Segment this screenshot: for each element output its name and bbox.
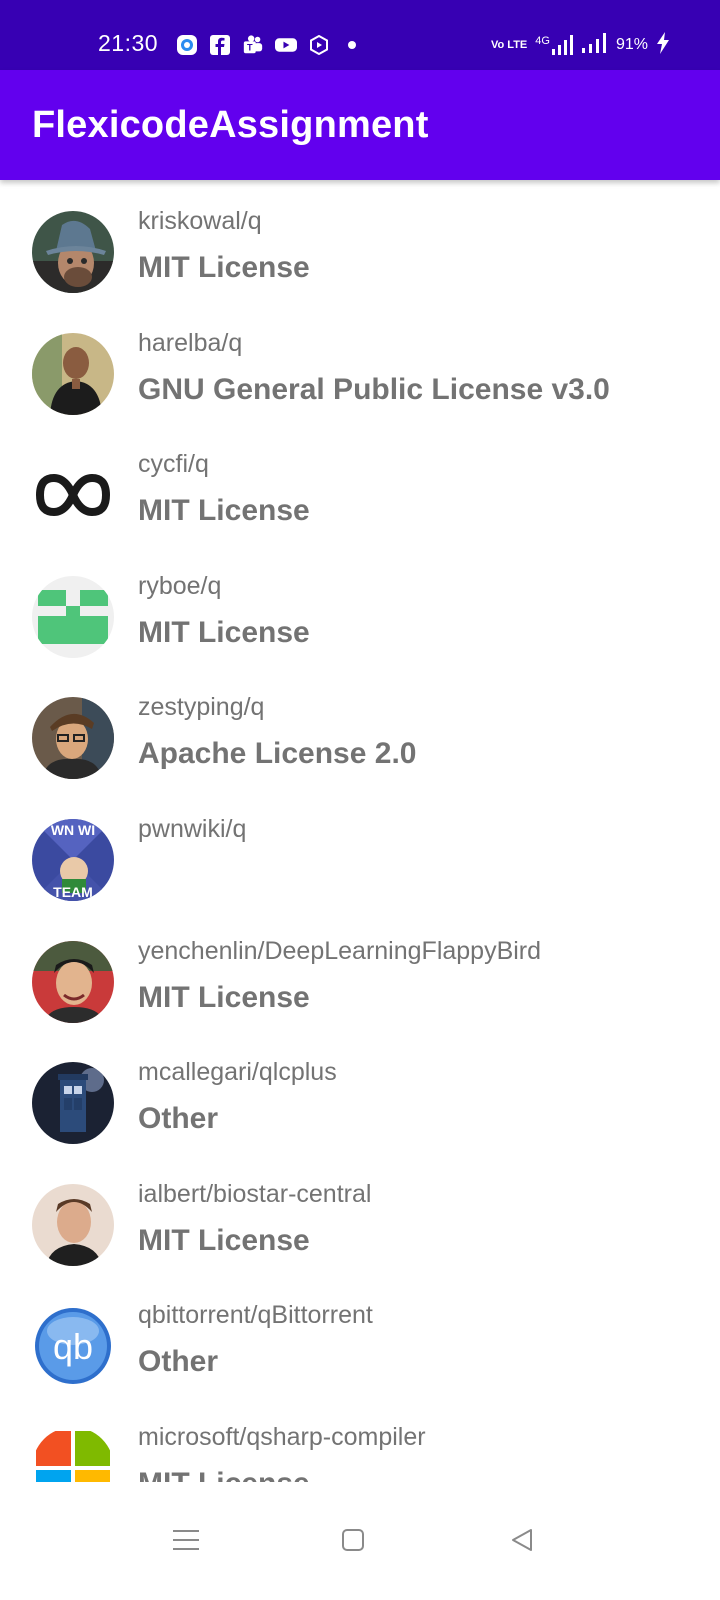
list-item[interactable]: microsoft/qsharp-compiler MIT License (0, 1396, 720, 1482)
navigation-bar (0, 1482, 720, 1600)
list-item[interactable]: mcallegari/qlcplus Other (0, 1031, 720, 1153)
avatar (32, 454, 114, 537)
repo-name: ialbert/biostar-central (138, 1179, 372, 1208)
avatar: qb (32, 1305, 114, 1388)
back-icon[interactable] (502, 1520, 542, 1560)
license-label: GNU General Public License v3.0 (138, 372, 610, 406)
license-label: Other (138, 1102, 219, 1136)
license-label: Apache License 2.0 (138, 737, 417, 771)
repo-name: kriskowal/q (138, 207, 262, 235)
list-item[interactable]: kriskowal/q MIT License (0, 180, 720, 302)
license-label: MIT License (138, 1467, 310, 1482)
app-bar: FlexicodeAssignment (0, 70, 720, 180)
signal-app-icon (176, 34, 198, 56)
4g-signal-icon: 4G (535, 35, 574, 55)
repo-name: ryboe/q (138, 571, 222, 600)
list-item[interactable]: ialbert/biostar-central MIT License (0, 1153, 720, 1275)
license-label: MIT License (138, 615, 310, 649)
network-type-label: 4G (535, 35, 550, 47)
repo-name: cycfi/q (138, 450, 209, 479)
dot-icon (341, 34, 363, 56)
license-label: MIT License (138, 494, 310, 528)
avatar (32, 211, 114, 293)
list-item[interactable]: zestyping/q Apache License 2.0 (0, 666, 720, 788)
repo-name: mcallegari/qlcplus (138, 1058, 337, 1087)
repo-name: qbittorrent/qBittorrent (138, 1301, 373, 1330)
battery-charging-icon (656, 32, 670, 58)
license-label: MIT License (138, 980, 310, 1014)
signal-icon (581, 33, 608, 57)
license-label: MIT License (138, 1223, 310, 1257)
avatar (32, 1183, 114, 1266)
repo-name: harelba/q (138, 328, 243, 357)
status-bar: 21:30 T Vo LTE 4G 91% (0, 0, 720, 70)
youtube-icon (275, 34, 297, 56)
avatar (32, 697, 114, 780)
status-time: 21:30 (98, 30, 159, 56)
list-item[interactable]: cycfi/q MIT License (0, 423, 720, 545)
repo-name: microsoft/qsharp-compiler (138, 1422, 426, 1451)
avatar (32, 332, 114, 415)
svg-text:T: T (247, 43, 253, 53)
facebook-icon (209, 34, 231, 56)
list-item[interactable]: harelba/q GNU General Public License v3.… (0, 302, 720, 424)
list-item[interactable]: qb qbittorrent/qBittorrent Other (0, 1274, 720, 1396)
home-icon[interactable] (333, 1520, 373, 1560)
menu-icon[interactable] (166, 1520, 206, 1560)
repo-name: yenchenlin/DeepLearningFlappyBird (138, 936, 542, 965)
repo-list[interactable]: kriskowal/q MIT License harelba/q GNU Ge… (0, 180, 720, 1482)
notification-icons: T (176, 32, 363, 58)
avatar (32, 575, 114, 658)
repo-name: pwnwiki/q (138, 814, 247, 843)
license-label: Other (138, 1345, 219, 1379)
avatar (32, 1426, 114, 1482)
list-item[interactable]: WN WI TEAM pwnwiki/q (0, 788, 720, 910)
avatar-text-bottom: TEAM (53, 884, 93, 900)
hexagon-app-icon (308, 34, 330, 56)
battery-percentage: 91% (615, 36, 648, 53)
avatar (32, 940, 114, 1023)
teams-icon: T (242, 34, 264, 56)
avatar (32, 1062, 114, 1145)
license-label: MIT License (138, 251, 310, 284)
avatar: WN WI TEAM (32, 818, 114, 901)
system-status-icons: Vo LTE 4G 91% (491, 32, 670, 58)
avatar-text: qb (53, 1326, 93, 1367)
list-item[interactable]: yenchenlin/DeepLearningFlappyBird MIT Li… (0, 910, 720, 1032)
app-title: FlexicodeAssignment (32, 104, 429, 146)
repo-name: zestyping/q (138, 693, 265, 722)
list-item[interactable]: ryboe/q MIT License (0, 545, 720, 667)
avatar-text-top: WN WI (51, 822, 95, 838)
volte-icon: Vo LTE (491, 39, 528, 51)
